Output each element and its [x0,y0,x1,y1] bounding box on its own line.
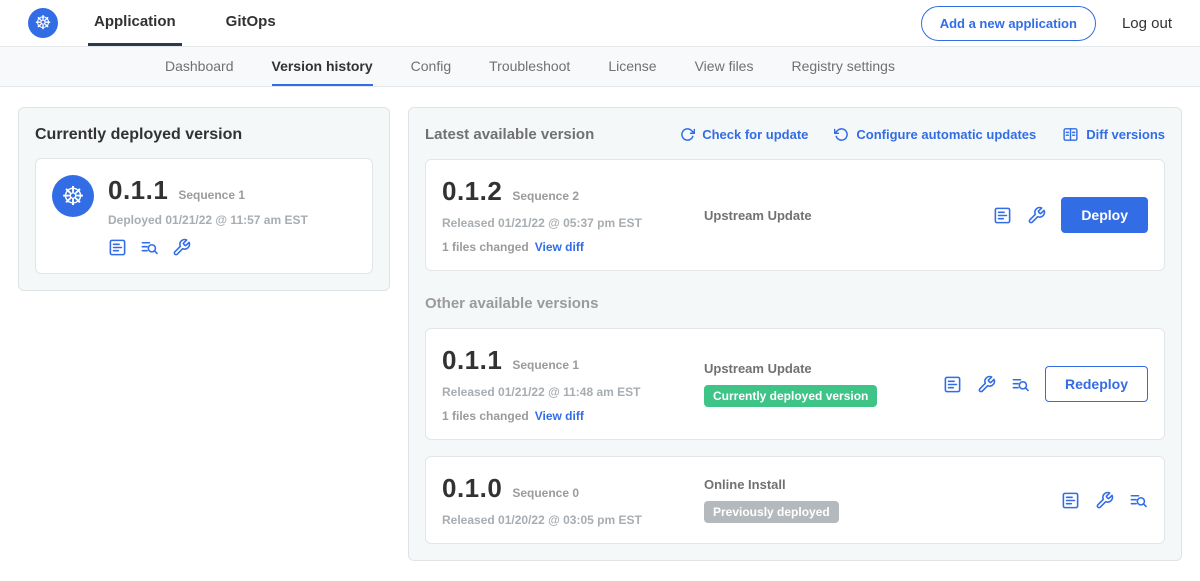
source-label: Online Install [704,477,1051,492]
diff-icon[interactable] [1011,375,1030,394]
subnav-tab-license[interactable]: License [608,47,656,86]
subnav-tab-config[interactable]: Config [411,47,451,86]
edit-config-icon[interactable] [172,238,191,257]
version-info: 0.1.2 Sequence 2 Released 01/21/22 @ 05:… [442,176,704,254]
available-versions-header: Latest available version Check for updat… [425,126,1165,143]
diff-versions-icon [1062,126,1079,143]
subnav-tab-troubleshoot[interactable]: Troubleshoot [489,47,570,86]
sequence-label: Sequence 1 [512,358,579,372]
version-source: Online Install Previously deployed [704,477,1061,523]
configure-automatic-updates-label: Configure automatic updates [856,127,1036,142]
previously-deployed-badge: Previously deployed [704,501,839,523]
source-label: Upstream Update [704,361,933,376]
version-number: 0.1.0 [442,473,502,504]
schedule-icon [834,127,849,142]
kubernetes-logo-icon: ☸ [28,8,58,38]
version-actions [1061,491,1148,510]
view-diff-link[interactable]: View diff [535,409,584,423]
edit-config-icon[interactable] [1027,206,1046,225]
logout-button[interactable]: Log out [1122,15,1172,32]
source-label: Upstream Update [704,208,983,223]
files-changed-label: 1 files changed [442,409,529,423]
edit-config-icon[interactable] [977,375,996,394]
deployed-version-details: 0.1.1 Sequence 1 Deployed 01/21/22 @ 11:… [108,175,308,257]
tab-application[interactable]: Application [88,0,182,46]
version-number: 0.1.2 [442,176,502,207]
currently-deployed-title: Currently deployed version [35,126,373,144]
main-content: Currently deployed version ☸ 0.1.1 Seque… [0,87,1200,581]
redeploy-button[interactable]: Redeploy [1045,366,1148,402]
diff-icon[interactable] [140,238,159,257]
kubernetes-app-icon: ☸ [52,175,94,217]
other-available-versions-title: Other available versions [425,295,1165,312]
release-notes-icon[interactable] [943,375,962,394]
add-new-application-button[interactable]: Add a new application [921,6,1096,41]
deploy-button[interactable]: Deploy [1061,197,1148,233]
deployed-version-card: ☸ 0.1.1 Sequence 1 Deployed 01/21/22 @ 1… [35,158,373,274]
tab-gitops[interactable]: GitOps [220,0,282,46]
version-actions: Redeploy [943,366,1148,402]
version-info: 0.1.1 Sequence 1 Released 01/21/22 @ 11:… [442,345,704,423]
refresh-icon [680,127,695,142]
release-notes-icon[interactable] [993,206,1012,225]
version-source: Upstream Update [704,208,993,223]
release-notes-icon[interactable] [1061,491,1080,510]
configure-automatic-updates-link[interactable]: Configure automatic updates [834,127,1036,142]
deployed-date: Deployed 01/21/22 @ 11:57 am EST [108,213,308,227]
app-subnav: Dashboard Version history Config Trouble… [0,47,1200,87]
app-logo: ☸ [28,0,58,46]
available-header-actions: Check for update Configure automatic upd… [680,126,1165,143]
version-row-0-1-0: 0.1.0 Sequence 0 Released 01/20/22 @ 03:… [425,456,1165,544]
version-info: 0.1.0 Sequence 0 Released 01/20/22 @ 03:… [442,473,704,527]
check-for-update-link[interactable]: Check for update [680,127,808,142]
diff-versions-label: Diff versions [1086,127,1165,142]
released-date: Released 01/20/22 @ 03:05 pm EST [442,513,704,527]
top-navigation-bar: ☸ Application GitOps Add a new applicati… [0,0,1200,47]
released-date: Released 01/21/22 @ 05:37 pm EST [442,216,704,230]
files-changed-label: 1 files changed [442,240,529,254]
currently-deployed-badge: Currently deployed version [704,385,877,407]
edit-config-icon[interactable] [1095,491,1114,510]
release-notes-icon[interactable] [108,238,127,257]
available-versions-panel: Latest available version Check for updat… [408,107,1182,561]
currently-deployed-panel: Currently deployed version ☸ 0.1.1 Seque… [18,107,390,291]
version-row-0-1-2: 0.1.2 Sequence 2 Released 01/21/22 @ 05:… [425,159,1165,271]
check-for-update-label: Check for update [702,127,808,142]
topbar-right-group: Add a new application Log out [921,0,1172,46]
sequence-label: Sequence 2 [512,189,579,203]
diff-icon[interactable] [1129,491,1148,510]
version-actions: Deploy [993,197,1148,233]
subnav-tab-view-files[interactable]: View files [695,47,754,86]
released-date: Released 01/21/22 @ 11:48 am EST [442,385,704,399]
deployed-version-number: 0.1.1 [108,175,168,206]
subnav-tab-dashboard[interactable]: Dashboard [165,47,234,86]
deployed-sequence-label: Sequence 1 [178,188,245,202]
version-source: Upstream Update Currently deployed versi… [704,361,943,407]
sequence-label: Sequence 0 [512,486,579,500]
view-diff-link[interactable]: View diff [535,240,584,254]
subnav-tab-registry-settings[interactable]: Registry settings [791,47,894,86]
latest-available-title: Latest available version [425,126,594,143]
version-number: 0.1.1 [442,345,502,376]
subnav-tab-version-history[interactable]: Version history [272,47,373,86]
diff-versions-link[interactable]: Diff versions [1062,126,1165,143]
version-row-0-1-1: 0.1.1 Sequence 1 Released 01/21/22 @ 11:… [425,328,1165,440]
